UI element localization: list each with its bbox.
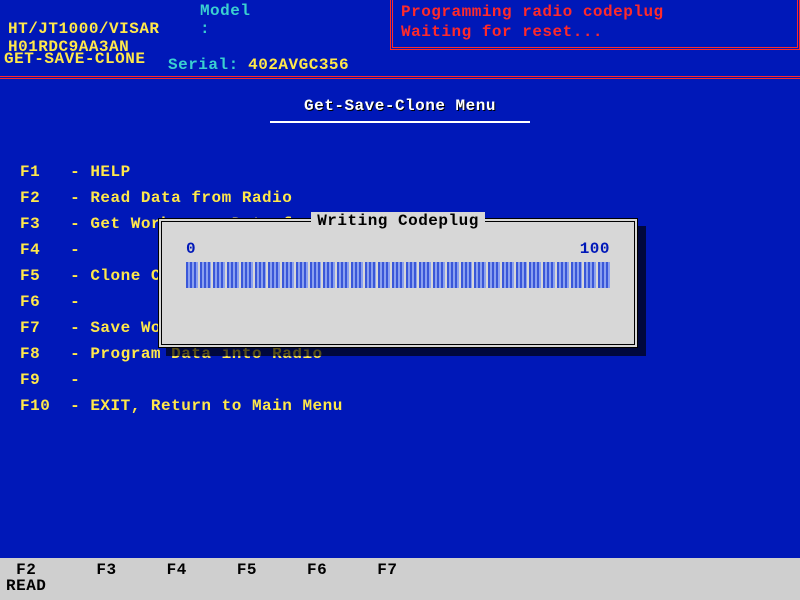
fkey-key: F4: [167, 562, 187, 578]
progress-dialog: Writing Codeplug 0 100: [158, 218, 638, 348]
dialog-title: Writing Codeplug: [311, 212, 485, 230]
model-label: Model :: [200, 2, 270, 38]
menu-key: F8: [20, 341, 60, 367]
progress-segment: [557, 262, 569, 288]
menu-key: F3: [20, 211, 60, 237]
breadcrumb: GET-SAVE-CLONE: [0, 48, 800, 79]
progress-segment: [406, 262, 418, 288]
progress-segment: [213, 262, 225, 288]
device-line: HT/JT1000/VISAR: [8, 20, 160, 38]
fkey-key: F2: [6, 562, 46, 578]
fkey-f6[interactable]: F6: [307, 562, 327, 600]
device-info: HT/JT1000/VISAR Model : H01RDC9AA3AN Ser…: [0, 0, 390, 50]
progress-segment: [227, 262, 239, 288]
menu-key: F1: [20, 159, 60, 185]
progress-segment: [571, 262, 583, 288]
status-line-1: Programming radio codeplug: [401, 2, 789, 22]
progress-segment: [365, 262, 377, 288]
fkey-label: READ: [6, 578, 46, 594]
status-box: Programming radio codeplug Waiting for r…: [390, 0, 800, 50]
fkey-f4[interactable]: F4: [167, 562, 187, 600]
menu-key: F4: [20, 237, 60, 263]
progress-segment: [447, 262, 459, 288]
menu-key: F5: [20, 263, 60, 289]
progress-segment: [488, 262, 500, 288]
progress-segment: [529, 262, 541, 288]
progress-segment: [419, 262, 431, 288]
progress-segment: [516, 262, 528, 288]
menu-key: F10: [20, 393, 60, 419]
fkey-f5[interactable]: F5: [237, 562, 257, 600]
progress-segment: [461, 262, 473, 288]
progress-segment: [296, 262, 308, 288]
top-info-bar: HT/JT1000/VISAR Model : H01RDC9AA3AN Ser…: [0, 0, 800, 50]
menu-item-f2[interactable]: F2 - Read Data from Radio: [20, 185, 780, 211]
progress-segment: [543, 262, 555, 288]
menu-label: Read Data from Radio: [90, 189, 292, 207]
function-key-bar: F2READ F3 F4 F5 F6 F7: [0, 558, 800, 600]
progress-segment: [392, 262, 404, 288]
fkey-f3[interactable]: F3: [96, 562, 116, 600]
scale-max: 100: [580, 240, 610, 258]
progress-segment: [255, 262, 267, 288]
progress-segment: [323, 262, 335, 288]
progress-segment: [378, 262, 390, 288]
status-line-2: Waiting for reset...: [401, 22, 789, 42]
fkey-key: F5: [237, 562, 257, 578]
menu-key: F2: [20, 185, 60, 211]
progress-segment: [584, 262, 596, 288]
progress-segment: [502, 262, 514, 288]
progress-segment: [310, 262, 322, 288]
progress-scale: 0 100: [186, 240, 610, 258]
fkey-key: F6: [307, 562, 327, 578]
fkey-key: F3: [96, 562, 116, 578]
menu-item-f10[interactable]: F10 - EXIT, Return to Main Menu: [20, 393, 780, 419]
progress-segment: [598, 262, 610, 288]
progress-segment: [268, 262, 280, 288]
menu-item-f1[interactable]: F1 - HELP: [20, 159, 780, 185]
menu-key: F9: [20, 367, 60, 393]
serial-label: Serial:: [168, 56, 238, 74]
fkey-f2[interactable]: F2READ: [6, 562, 46, 600]
progress-segment: [351, 262, 363, 288]
menu-label: HELP: [90, 163, 130, 181]
menu-key: F6: [20, 289, 60, 315]
menu-item-f9[interactable]: F9 -: [20, 367, 780, 393]
serial-value: 402AVGC356: [248, 56, 349, 74]
menu-label: EXIT, Return to Main Menu: [90, 397, 343, 415]
progress-segment: [474, 262, 486, 288]
progress-segment: [337, 262, 349, 288]
progress-segment: [433, 262, 445, 288]
progress-segment: [282, 262, 294, 288]
progress-bar: [186, 262, 610, 288]
menu-key: F7: [20, 315, 60, 341]
page-title: Get-Save-Clone Menu: [270, 97, 530, 123]
scale-min: 0: [186, 240, 196, 258]
progress-segment: [186, 262, 198, 288]
fkey-key: F7: [377, 562, 397, 578]
fkey-f7[interactable]: F7: [377, 562, 397, 600]
progress-segment: [241, 262, 253, 288]
progress-segment: [200, 262, 212, 288]
